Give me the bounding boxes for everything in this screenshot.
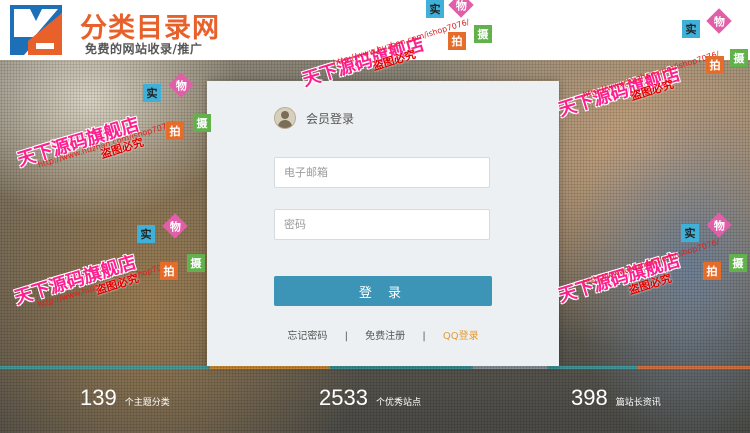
watermark-tag: 拍 (448, 32, 466, 50)
stat-number: 2533 (319, 385, 368, 410)
stat-categories: 139 个主题分类 (80, 385, 170, 411)
login-panel: 会员登录 登 录 忘记密码 | 免费注册 | QQ登录 (207, 81, 559, 366)
stat-number: 398 (571, 385, 608, 410)
watermark-tag: 实 (143, 84, 161, 102)
watermark-tag: 摄 (187, 254, 205, 272)
stat-articles: 398 篇站长资讯 (571, 385, 661, 411)
site-header: 分类目录网 免费的网站收录/推广 (0, 0, 750, 60)
watermark-tag-text: 物 (175, 79, 187, 92)
watermark-tag: 摄 (729, 254, 747, 272)
stat-sites: 2533 个优秀站点 (319, 385, 421, 411)
link-separator: | (422, 331, 426, 342)
stat-label: 个优秀站点 (375, 398, 421, 408)
watermark-tag: 摄 (730, 49, 748, 67)
watermark-tag: 实 (137, 225, 155, 243)
watermark-tag: 拍 (703, 262, 721, 280)
hero-divider (0, 366, 750, 369)
login-button[interactable]: 登 录 (274, 276, 492, 306)
watermark-tag: 拍 (706, 56, 724, 74)
stats-bar: 139 个主题分类 2533 个优秀站点 398 篇站长资讯 (0, 374, 750, 433)
watermark-tag: 摄 (474, 25, 492, 43)
watermark-tag: 实 (681, 224, 699, 242)
watermark-tag-text: 物 (713, 219, 725, 232)
watermark-tag: 拍 (166, 122, 184, 140)
qq-login-link[interactable]: QQ登录 (443, 331, 479, 342)
link-separator: | (344, 331, 348, 342)
site-subtitle: 免费的网站收录/推广 (85, 42, 203, 56)
watermark-tag: 摄 (193, 114, 211, 132)
password-input[interactable] (274, 209, 490, 240)
watermark-tag: 实 (426, 0, 444, 18)
watermark-tag-text: 物 (169, 220, 181, 233)
user-avatar-icon (274, 107, 296, 129)
forgot-password-link[interactable]: 忘记密码 (287, 331, 327, 342)
stat-label: 篇站长资讯 (615, 398, 661, 408)
stat-label: 个主题分类 (124, 398, 170, 408)
stat-number: 139 (80, 385, 117, 410)
email-input[interactable] (274, 157, 490, 188)
watermark-tag: 实 (682, 20, 700, 38)
login-header: 会员登录 (274, 107, 354, 129)
watermark-tag: 拍 (160, 262, 178, 280)
login-links: 忘记密码 | 免费注册 | QQ登录 (207, 327, 559, 342)
register-link[interactable]: 免费注册 (365, 331, 405, 342)
watermark-tag-text: 物 (713, 15, 725, 28)
watermark-tag-text: 物 (455, 0, 467, 12)
login-title: 会员登录 (306, 111, 355, 126)
logo-icon[interactable] (10, 5, 62, 55)
